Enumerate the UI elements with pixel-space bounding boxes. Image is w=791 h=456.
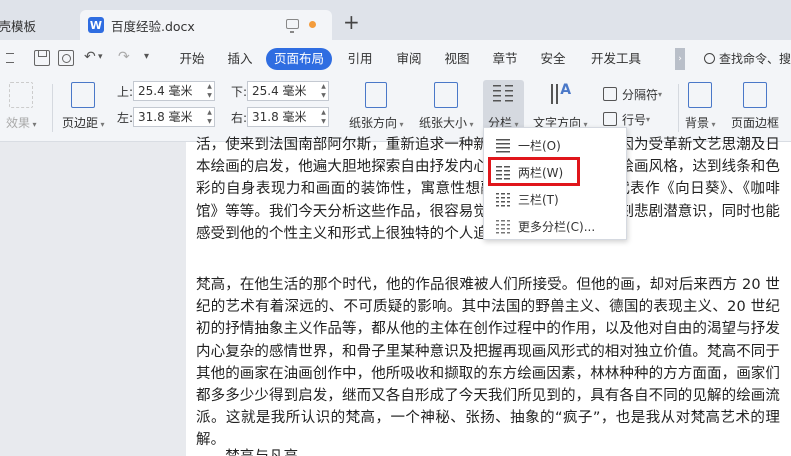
menu-view[interactable]: 视图	[443, 48, 471, 70]
left-margin-label: 左:	[117, 110, 134, 125]
left-margin-input[interactable]: 31.8 毫米 ▲ ▼	[133, 107, 215, 127]
breaks-button[interactable]: 分隔符	[603, 84, 662, 104]
line-numbers-icon	[603, 112, 617, 126]
menu-toggle-icon[interactable]	[6, 53, 14, 63]
margins-icon	[71, 82, 96, 108]
search-icon	[704, 53, 715, 64]
spinner-icon[interactable]: ▲ ▼	[319, 82, 328, 100]
undo-icon[interactable]: ↶	[84, 48, 96, 66]
margins-label: 页边距	[62, 116, 105, 132]
option-label: 三栏(T)	[518, 193, 559, 207]
paper-size-label: 纸张大小	[419, 116, 474, 132]
column-option-one[interactable]: 一栏(O)	[484, 135, 626, 157]
background-button[interactable]: 背景	[685, 82, 716, 132]
tab-docer-templates[interactable]: 稻壳模板	[0, 10, 76, 40]
menu-scroll-right-icon[interactable]: ›	[675, 48, 685, 70]
document-paragraph[interactable]: 梵高，在他生活的那个时代，他的作品很难被人们所接受。但他的画，却对后来西方 20…	[196, 274, 780, 452]
text-direction-icon	[548, 82, 572, 108]
top-margin-label: 上:	[117, 84, 134, 99]
separator	[52, 84, 53, 132]
top-margin-field: 上: 25.4 毫米 ▲ ▼	[117, 81, 215, 101]
menu-developer[interactable]: 开发工具	[589, 48, 643, 70]
search-label: 查找命令、搜	[719, 52, 791, 66]
workspace-margin	[0, 142, 186, 456]
tab-label: 稻壳模板	[0, 18, 37, 34]
top-margin-input[interactable]: 25.4 毫米 ▲ ▼	[133, 81, 215, 101]
menu-home[interactable]: 开始	[178, 48, 206, 70]
bottom-margin-label: 下:	[231, 84, 248, 99]
left-margin-field: 左: 31.8 毫米 ▲ ▼	[117, 107, 215, 127]
save-icon[interactable]	[34, 50, 50, 66]
ribbon-toolbar: 效果 页边距 上: 25.4 毫米▲▼ 下: 25.4 毫米▲▼ 左: 31.8…	[0, 76, 791, 142]
menu-insert[interactable]: 插入	[226, 48, 254, 70]
columns-icon	[491, 82, 515, 108]
word-doc-icon: W	[88, 17, 104, 33]
paper-size-icon	[434, 82, 459, 108]
menu-chapter[interactable]: 章节	[491, 48, 519, 70]
tab-bar: 稻壳模板 W 百度经验.docx +	[0, 0, 791, 40]
breaks-icon	[603, 87, 617, 101]
right-margin-label: 右:	[231, 110, 248, 125]
bottom-margin-field: 下: 25.4 毫米 ▲ ▼	[231, 81, 329, 101]
tab-label: 百度经验.docx	[111, 18, 195, 34]
orientation-button[interactable]: 纸张方向	[349, 82, 404, 132]
right-margin-field: 右: 31.8 毫米 ▲ ▼	[231, 107, 329, 127]
menu-security[interactable]: 安全	[539, 48, 567, 70]
background-label: 背景	[685, 116, 716, 132]
separator	[678, 84, 679, 132]
print-preview-icon[interactable]	[58, 50, 74, 66]
monitor-icon[interactable]	[286, 19, 299, 33]
column-option-more[interactable]: 更多分栏(C)...	[484, 216, 626, 238]
more-columns-icon	[496, 220, 510, 234]
orientation-icon	[365, 82, 388, 108]
margins-button[interactable]: 页边距	[62, 82, 105, 132]
document-paragraph[interactable]: ……梵高与凡高	[196, 446, 780, 456]
bottom-margin-input[interactable]: 25.4 毫米 ▲ ▼	[247, 81, 329, 101]
right-margin-input[interactable]: 31.8 毫米 ▲ ▼	[247, 107, 329, 127]
menu-references[interactable]: 引用	[346, 48, 374, 70]
menu-bar: ↶ ▾ ↷ ▾ 开始 插入 页面布局 引用 审阅 视图 章节 安全 开发工具 ›…	[0, 40, 791, 76]
unsaved-dot-icon	[309, 21, 316, 28]
menu-page-layout[interactable]: 页面布局	[266, 48, 333, 70]
tab-document[interactable]: W 百度经验.docx	[80, 10, 332, 40]
quick-access-more-icon[interactable]: ▾	[144, 48, 149, 66]
page-border-icon	[743, 82, 767, 108]
option-label: 一栏(O)	[518, 139, 561, 153]
three-columns-icon	[496, 193, 510, 207]
redo-icon[interactable]: ↷	[118, 48, 130, 66]
paper-size-button[interactable]: 纸张大小	[419, 82, 474, 132]
page-border-button[interactable]: 页面边框	[731, 82, 779, 130]
background-icon	[688, 82, 713, 108]
effects-button[interactable]: 效果	[6, 82, 37, 132]
spinner-icon[interactable]: ▲ ▼	[205, 82, 214, 100]
menu-review[interactable]: 审阅	[395, 48, 423, 70]
page-border-label: 页面边框	[731, 116, 780, 130]
spinner-icon[interactable]: ▲ ▼	[205, 108, 214, 126]
option-label: 更多分栏(C)...	[518, 220, 596, 234]
orientation-label: 纸张方向	[349, 116, 404, 132]
one-column-icon	[496, 139, 510, 153]
column-option-three[interactable]: 三栏(T)	[484, 189, 626, 211]
new-tab-plus-icon[interactable]: +	[343, 12, 360, 32]
effects-icon	[9, 82, 34, 108]
effects-label: 效果	[6, 116, 37, 132]
text-direction-button[interactable]: 文字方向	[533, 82, 588, 132]
spinner-icon[interactable]: ▲ ▼	[319, 108, 328, 126]
highlight-annotation-box	[488, 157, 580, 186]
undo-dropdown-icon[interactable]: ▾	[98, 48, 103, 66]
command-search[interactable]: 查找命令、搜	[704, 48, 791, 70]
line-numbers-button[interactable]: 行号	[603, 109, 650, 129]
